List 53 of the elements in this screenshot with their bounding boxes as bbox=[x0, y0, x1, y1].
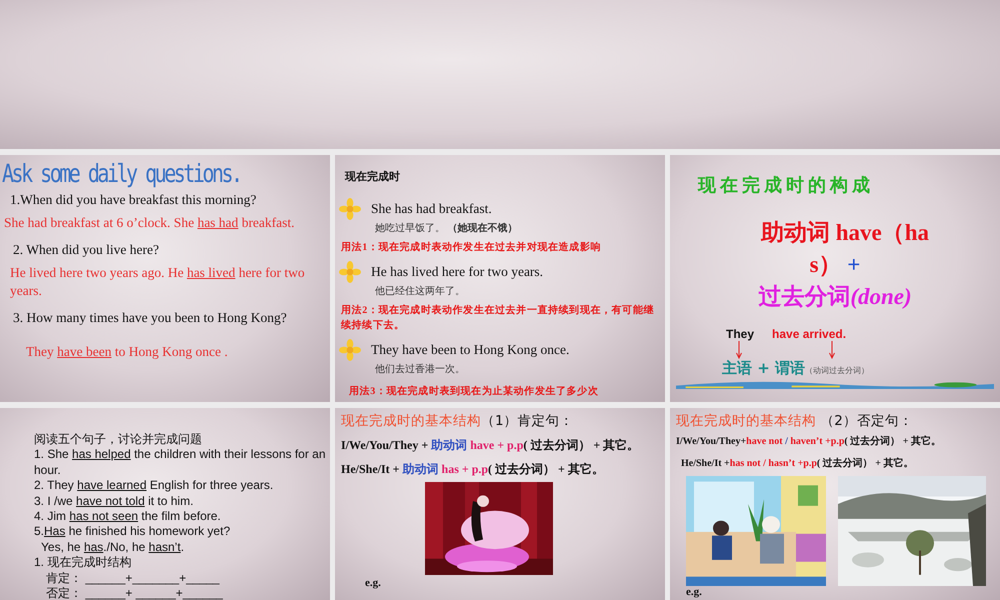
example-sentence: They have been to Hong Kong once. bbox=[371, 342, 570, 358]
flower-icon bbox=[339, 261, 361, 283]
question-text: 1.When did you have breakfast this morning? bbox=[10, 192, 256, 208]
example-label: e.g. bbox=[365, 577, 381, 590]
sentence-text: 5.Has he finished his homework yet? bbox=[34, 524, 230, 540]
answer-text: She had breakfast at 6 o’clock. She has had breakfast. bbox=[4, 214, 295, 232]
formula-text: He/She/It +has not / hasn’t +p.p( 过去分词） + 其它。 bbox=[681, 456, 914, 470]
fill-in-line: 否定： ______+ ______+______ bbox=[46, 586, 223, 600]
sentence-text: 3. I /we have not told it to him. bbox=[34, 494, 194, 510]
example-sentence: She has had breakfast. bbox=[371, 201, 492, 217]
slide-thumbnail[interactable]: 现在完成时的基本结构 （2）否定句： I/We/You/They+have not / haven’t +p.p( 过去分词） + 其它。 He/She/It +has not / hasn’t +p.p( 过去分词） + 其它。 e.g. bbox=[670, 408, 1000, 600]
answer-text: He lived here two years ago. He has lived here for two years. bbox=[10, 264, 306, 300]
formula-text: I/We/You/They+have not / haven’t +p.p( 过去分词） + 其它。 bbox=[676, 434, 941, 448]
sentence-text: 1. 现在完成时结构 bbox=[34, 555, 132, 571]
slide-thumbnail[interactable] bbox=[0, 408, 330, 600]
slide-heading: 现在完成时 bbox=[345, 169, 400, 184]
sentence-text: 4. Jim has not seen the film before. bbox=[34, 509, 221, 524]
usage-note: 用法3：现在完成时表到现在为止某动作发生了多少次 bbox=[349, 384, 598, 399]
flower-icon bbox=[339, 198, 361, 220]
translation-text: 他已经住这两年了。 bbox=[375, 284, 465, 298]
usage-note: 用法1：现在完成时表动作发生在过去并对现在造成影响 bbox=[341, 240, 601, 255]
sentence-text: 2. They have learned English for three years. bbox=[34, 478, 274, 494]
slide-thumbnail[interactable] bbox=[335, 155, 665, 402]
slide-title: 现在完成时的基本结构 （2）否定句： bbox=[676, 412, 913, 430]
question-text: 3. How many times have you been to Hong Kong? bbox=[13, 310, 287, 326]
slide-thumbnail[interactable] bbox=[0, 155, 330, 402]
example-sentence: They have arrived. bbox=[726, 327, 846, 341]
formula-text: He/She/It + 助动词 has + p.p( 过去分词） + 其它。 bbox=[341, 461, 604, 478]
fill-in-line: 肯定： ______+_______+_____ bbox=[46, 570, 220, 586]
slide-title: Ask some daily questions. bbox=[2, 158, 241, 190]
slide-thumbnail[interactable]: 现在完成时的构成 助动词 have（ha s） + 过去分词(done) They have arrived. 主语 + 谓语（动词过去分词） bbox=[670, 155, 1000, 402]
example-label: e.g. bbox=[686, 586, 702, 599]
slide-thumbnail[interactable] bbox=[0, 0, 1000, 149]
usage-note: 用法2：现在完成时表动作发生在过去并一直持续到现在，有可能继续持续下去。 bbox=[341, 303, 655, 333]
sentence-text: 阅读五个句子，讨论并完成问题 bbox=[34, 432, 202, 448]
example-sentence: He has lived here for two years. bbox=[371, 264, 544, 280]
down-arrow-icon bbox=[829, 341, 835, 359]
translation-text: 她吃过早饭了。 （她现在不饿） bbox=[375, 222, 518, 235]
formula-text: s） + bbox=[810, 251, 860, 279]
answer-text: They have been to Hong Kong once . bbox=[26, 344, 228, 360]
flower-icon bbox=[339, 339, 361, 361]
sentence-text: 1. She has helped the children with their lessons for an hour. bbox=[34, 447, 326, 478]
slide-title: 现在完成时的基本结构（1）肯定句： bbox=[341, 412, 574, 430]
question-text: 2. When did you live here? bbox=[13, 242, 159, 258]
formula-text: 助动词 have（ha bbox=[760, 219, 930, 247]
grammar-labels: 主语 + 谓语（动词过去分词） bbox=[722, 359, 870, 378]
down-arrow-icon bbox=[736, 341, 742, 359]
formula-text: 过去分词(done) bbox=[758, 283, 912, 311]
sentence-text: Yes, he has./No, he hasn’t. bbox=[41, 540, 184, 556]
slide-thumbnail[interactable]: 现在完成时的基本结构（1）肯定句： I/We/You/They + 助动词 have + p.p( 过去分词） + 其它。 He/She/It + 助动词 has + p.p( 过去分词） + 其它。 e.g. bbox=[335, 408, 665, 600]
formula-text: I/We/You/They + 助动词 have + p.p( 过去分词） + 其它。 bbox=[341, 437, 640, 454]
translation-text: 他们去过香港一次。 bbox=[375, 362, 465, 376]
slide-title: 现在完成时的构成 bbox=[698, 174, 874, 197]
